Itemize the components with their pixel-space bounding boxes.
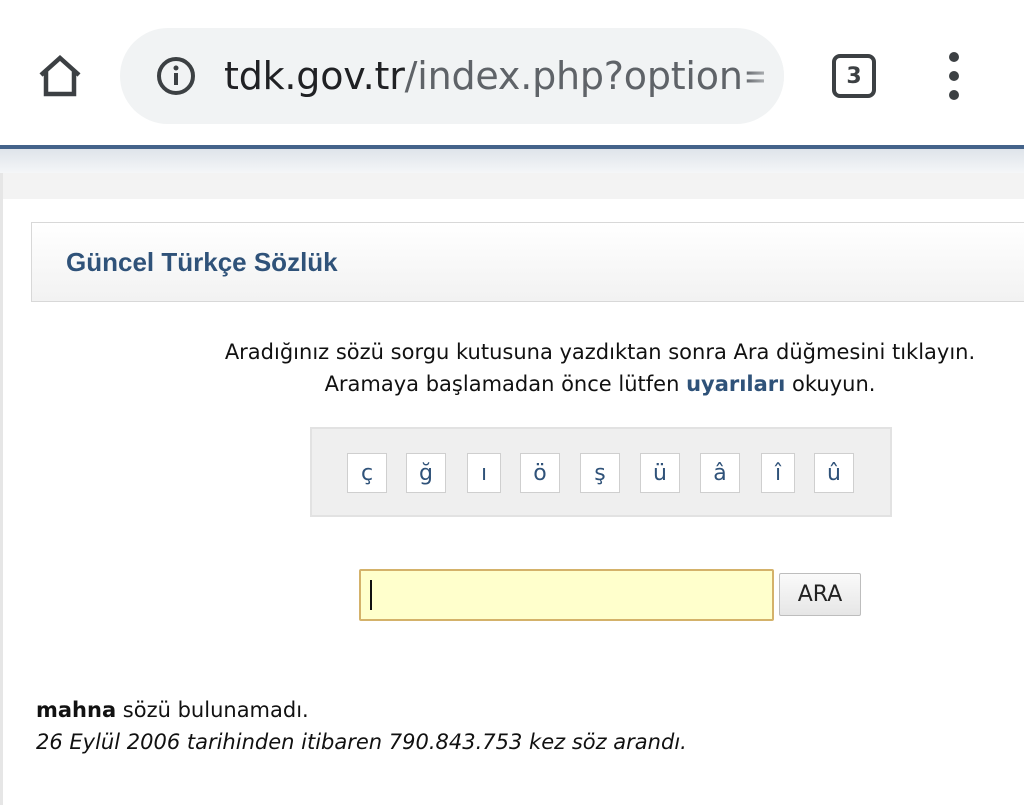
home-icon: [39, 54, 81, 97]
browser-toolbar: tdk.gov.tr/index.php?option=co 3: [0, 0, 1024, 145]
search-button[interactable]: ARA: [779, 573, 861, 616]
instructions-text-before: Aramaya başlamadan önce lütfen: [324, 372, 687, 396]
text-caret: [370, 580, 372, 610]
more-vert-icon[interactable]: [936, 52, 972, 100]
url-path: /index.php?option=co: [404, 54, 764, 98]
site-strip: [3, 173, 1024, 199]
warnings-link[interactable]: uyarıları: [686, 372, 785, 396]
search-input[interactable]: [359, 569, 774, 621]
menu-dot: [949, 71, 959, 81]
not-found-text: sözü bulunamadı.: [116, 698, 309, 722]
info-icon[interactable]: [156, 56, 196, 96]
char-key-i-circumflex[interactable]: î: [761, 453, 795, 493]
home-button[interactable]: [32, 48, 88, 104]
char-key-u-umlaut[interactable]: ü: [640, 453, 680, 493]
instructions-line-2: Aramaya başlamadan önce lütfen uyarıları…: [180, 368, 1020, 400]
char-key-c-cedilla[interactable]: ç: [347, 453, 387, 493]
instructions-text-after: okuyun.: [785, 372, 876, 396]
tab-count: 3: [846, 63, 862, 89]
url-text[interactable]: tdk.gov.tr/index.php?option=co: [224, 50, 764, 102]
site-top-shade: [0, 149, 1024, 173]
special-character-keypad: ç ğ ı ö ş ü â î û: [310, 427, 892, 517]
char-key-a-circumflex[interactable]: â: [700, 453, 740, 493]
char-key-o-umlaut[interactable]: ö: [520, 453, 560, 493]
page-title: Güncel Türkçe Sözlük: [66, 247, 338, 277]
url-domain: tdk.gov.tr: [224, 54, 405, 98]
address-bar[interactable]: tdk.gov.tr/index.php?option=co: [120, 28, 784, 124]
tab-switcher-icon[interactable]: 3: [832, 54, 876, 98]
char-key-s-cedilla[interactable]: ş: [580, 453, 620, 493]
searched-word: mahna: [36, 698, 117, 722]
menu-dot: [949, 90, 959, 100]
url-fade: [744, 28, 784, 124]
char-key-u-circumflex[interactable]: û: [814, 453, 854, 493]
char-key-g-breve[interactable]: ğ: [406, 453, 446, 493]
dictionary-panel-header: Güncel Türkçe Sözlük: [31, 222, 1024, 302]
menu-dot: [949, 52, 959, 62]
char-key-dotless-i[interactable]: ı: [467, 453, 501, 493]
search-stats: 26 Eylül 2006 tarihinden itibaren 790.84…: [36, 730, 687, 754]
search-instructions: Aradığınız sözü sorgu kutusuna yazdıktan…: [180, 336, 1020, 400]
instructions-line-1: Aradığınız sözü sorgu kutusuna yazdıktan…: [224, 340, 976, 364]
result-message: mahna sözü bulunamadı.: [36, 698, 309, 722]
